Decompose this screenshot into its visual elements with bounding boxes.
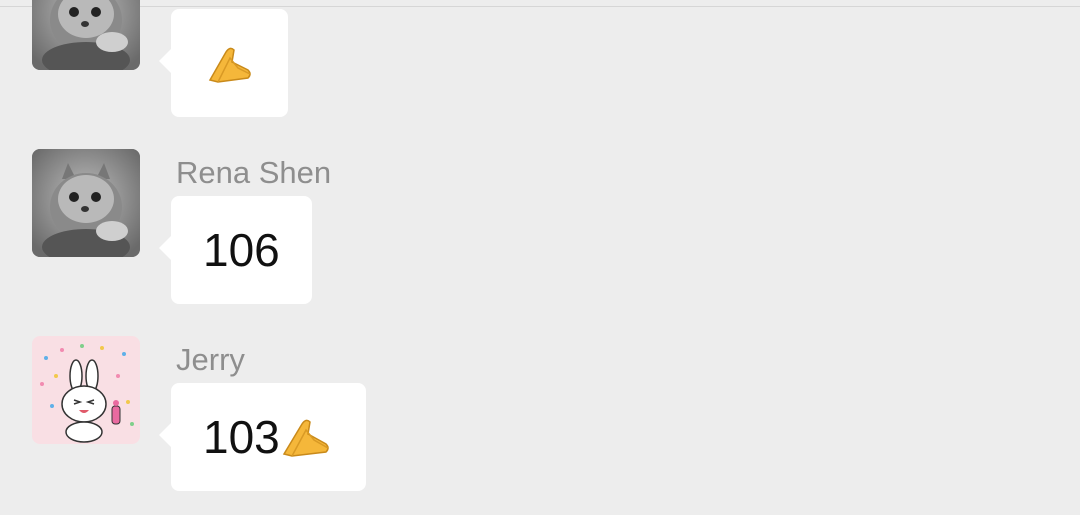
top-divider	[0, 6, 1080, 7]
avatar[interactable]	[32, 0, 140, 70]
cat-photo-icon	[32, 149, 140, 257]
cat-photo-icon	[32, 0, 140, 70]
avatar[interactable]	[32, 149, 140, 257]
message-bubble[interactable]: 103	[159, 383, 366, 491]
message-bubble[interactable]: 106	[159, 196, 312, 304]
chat-view: Rena Shen 106 Jerry 103	[0, 0, 1080, 515]
message-text: 103	[203, 411, 280, 463]
message-text: 106	[203, 224, 280, 276]
message-bubble[interactable]	[159, 9, 288, 117]
avatar[interactable]	[32, 336, 140, 444]
clap-hands-icon	[204, 40, 256, 86]
rabbit-sticker-icon	[32, 336, 140, 444]
clap-hands-icon	[280, 414, 332, 460]
sender-name: Rena Shen	[176, 155, 332, 190]
sender-name: Jerry	[176, 342, 245, 377]
